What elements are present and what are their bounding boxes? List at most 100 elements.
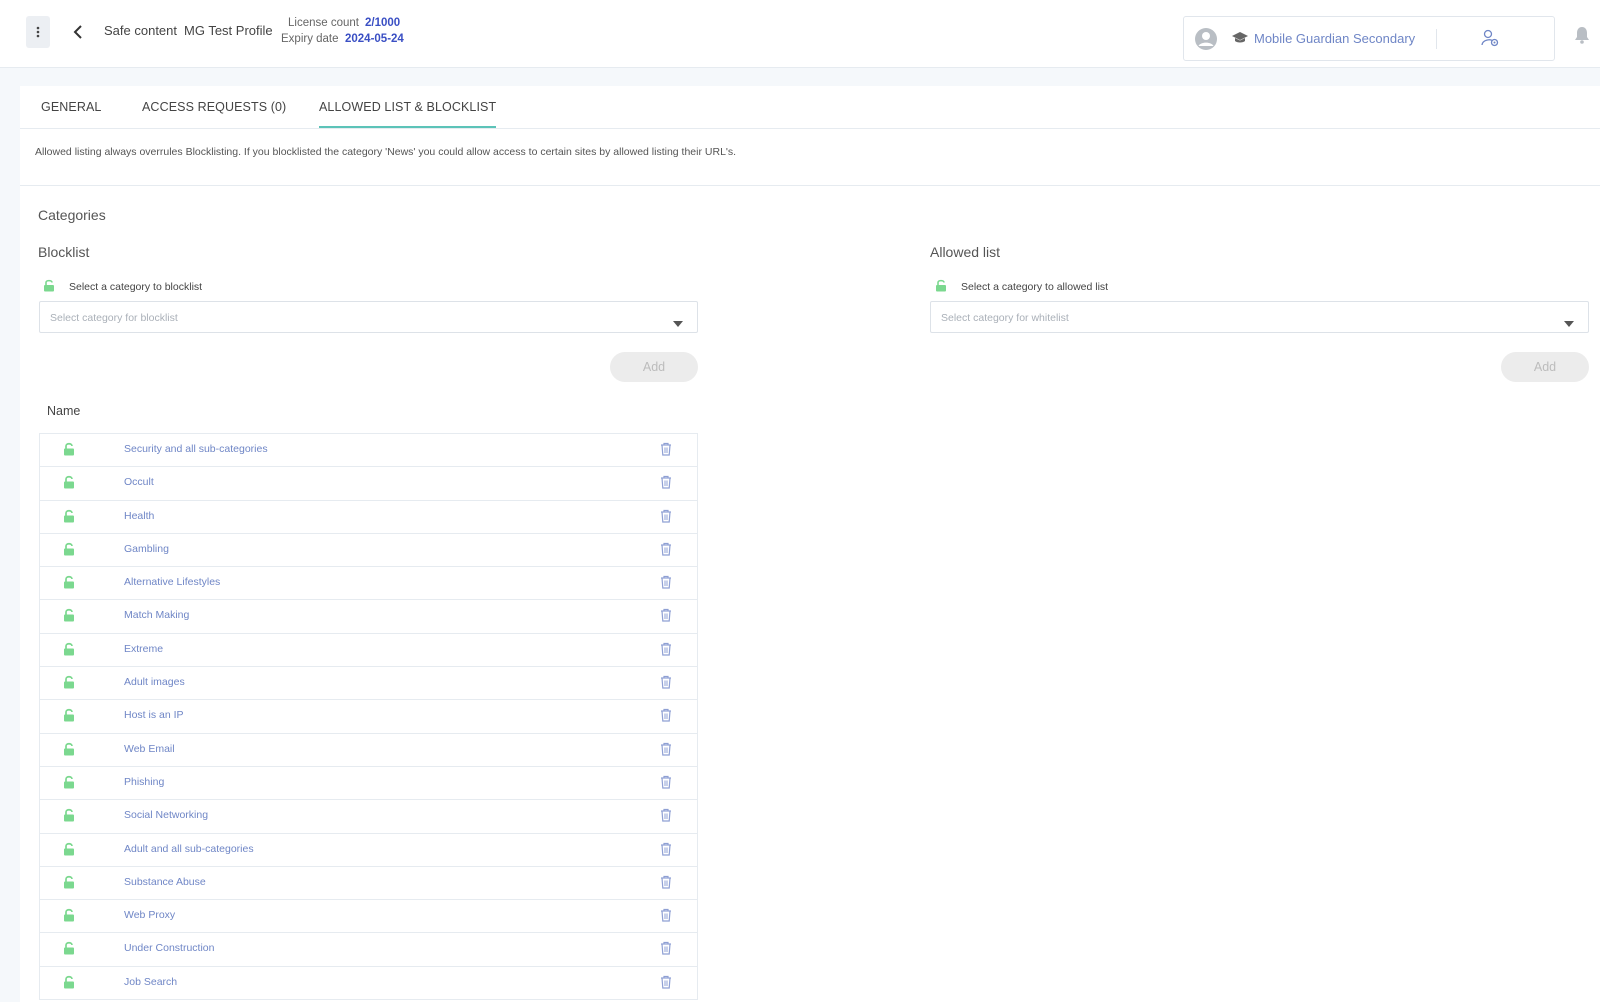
- divider: [20, 185, 1600, 186]
- trash-icon[interactable]: [660, 442, 672, 461]
- divider: [1436, 29, 1437, 49]
- avatar[interactable]: [1194, 27, 1218, 56]
- unlock-icon: [63, 708, 75, 727]
- category-name[interactable]: Web Proxy: [124, 909, 175, 921]
- top-bar: Safe content MG Test Profile License cou…: [0, 0, 1600, 68]
- trash-icon[interactable]: [660, 675, 672, 694]
- table-row: Substance Abuse: [40, 867, 697, 901]
- category-name[interactable]: Occult: [124, 476, 154, 488]
- unlock-icon: [63, 808, 75, 827]
- more-vertical-icon: [36, 26, 40, 38]
- unlock-icon: [63, 675, 75, 694]
- unlock-icon: [63, 975, 75, 994]
- tab-access-requests[interactable]: ACCESS REQUESTS (0): [142, 100, 286, 114]
- trash-icon[interactable]: [660, 475, 672, 494]
- info-text: Allowed listing always overrules Blockli…: [35, 146, 737, 158]
- blocklist-select-label: Select a category to blocklist: [69, 281, 203, 293]
- blocklist-table: Security and all sub-categories Occult H…: [39, 433, 698, 1001]
- unlock-icon: [63, 775, 75, 794]
- trash-icon[interactable]: [660, 608, 672, 627]
- table-row: Under Construction: [40, 933, 697, 967]
- category-name[interactable]: Phishing: [124, 776, 164, 788]
- allowed-list-title: Allowed list: [930, 244, 1001, 260]
- trash-icon[interactable]: [660, 908, 672, 927]
- category-name[interactable]: Host is an IP: [124, 709, 184, 721]
- category-name[interactable]: Social Networking: [124, 809, 208, 821]
- table-row: Extreme: [40, 634, 697, 668]
- allowed-list-category-select[interactable]: Select category for whitelist: [930, 301, 1589, 333]
- unlock-icon: [63, 575, 75, 594]
- table-row: Health: [40, 501, 697, 534]
- chevron-down-icon: [1564, 314, 1574, 332]
- category-name[interactable]: Match Making: [124, 609, 189, 621]
- trash-icon[interactable]: [660, 775, 672, 794]
- category-name[interactable]: Adult and all sub-categories: [124, 843, 254, 855]
- trash-icon[interactable]: [660, 742, 672, 761]
- tab-general[interactable]: GENERAL: [41, 100, 101, 114]
- allowed-list-add-button[interactable]: Add: [1501, 352, 1589, 382]
- breadcrumb-safe-content[interactable]: Safe content: [104, 23, 177, 38]
- table-row: Occult: [40, 467, 697, 501]
- breadcrumb-profile: MG Test Profile: [184, 23, 273, 38]
- category-name[interactable]: Alternative Lifestyles: [124, 576, 220, 588]
- tab-allowed-list-blocklist[interactable]: ALLOWED LIST & BLOCKLIST: [319, 100, 497, 128]
- chevron-left-icon: [73, 25, 82, 39]
- unlock-icon: [63, 908, 75, 927]
- trash-icon[interactable]: [660, 642, 672, 661]
- table-row: Adult and all sub-categories: [40, 834, 697, 867]
- tab-bar: GENERAL ACCESS REQUESTS (0) ALLOWED LIST…: [20, 86, 1600, 129]
- unlock-icon: [63, 875, 75, 894]
- category-name[interactable]: Under Construction: [124, 942, 214, 954]
- unlock-icon: [63, 442, 75, 461]
- category-name[interactable]: Security and all sub-categories: [124, 443, 268, 455]
- categories-title: Categories: [38, 207, 106, 223]
- category-name[interactable]: Web Email: [124, 743, 175, 755]
- blocklist-add-button[interactable]: Add: [610, 352, 698, 382]
- unlock-icon: [63, 542, 75, 561]
- trash-icon[interactable]: [660, 975, 672, 994]
- unlock-icon: [63, 608, 75, 627]
- category-name[interactable]: Job Search: [124, 976, 177, 988]
- trash-icon[interactable]: [660, 875, 672, 894]
- trash-icon[interactable]: [660, 708, 672, 727]
- menu-button[interactable]: [26, 16, 50, 48]
- table-row: Alternative Lifestyles: [40, 567, 697, 601]
- main-card: GENERAL ACCESS REQUESTS (0) ALLOWED LIST…: [20, 86, 1600, 1002]
- blocklist-category-select[interactable]: Select category for blocklist: [39, 301, 698, 333]
- unlock-icon: [63, 842, 75, 861]
- blocklist-title: Blocklist: [38, 244, 90, 260]
- unlock-icon: [63, 509, 75, 528]
- table-row: Security and all sub-categories: [40, 434, 697, 468]
- table-row: Match Making: [40, 600, 697, 634]
- license-count-value: 2/1000: [365, 17, 401, 29]
- table-row: Web Proxy: [40, 900, 697, 934]
- trash-icon[interactable]: [660, 842, 672, 861]
- user-settings-icon[interactable]: [1480, 28, 1500, 53]
- trash-icon[interactable]: [660, 575, 672, 594]
- category-name[interactable]: Adult images: [124, 676, 185, 688]
- table-row: Phishing: [40, 767, 697, 801]
- school-name[interactable]: Mobile Guardian Secondary: [1254, 31, 1415, 46]
- trash-icon[interactable]: [660, 808, 672, 827]
- back-button[interactable]: [68, 20, 88, 44]
- unlock-icon: [935, 279, 947, 297]
- account-switcher: Mobile Guardian Secondary: [1183, 16, 1555, 61]
- allowed-list-placeholder: Select category for whitelist: [941, 312, 1069, 324]
- table-row: Host is an IP: [40, 700, 697, 734]
- category-name[interactable]: Extreme: [124, 643, 163, 655]
- bell-icon[interactable]: [1574, 26, 1590, 49]
- table-row: Gambling: [40, 534, 697, 568]
- table-row: Web Email: [40, 734, 697, 767]
- blocklist-placeholder: Select category for blocklist: [50, 312, 178, 324]
- avatar-icon: [1195, 28, 1217, 50]
- trash-icon[interactable]: [660, 542, 672, 561]
- category-name[interactable]: Health: [124, 510, 154, 522]
- chevron-down-icon: [673, 314, 683, 332]
- table-row: Job Search: [40, 967, 697, 1001]
- trash-icon[interactable]: [660, 941, 672, 960]
- trash-icon[interactable]: [660, 509, 672, 528]
- category-name[interactable]: Substance Abuse: [124, 876, 206, 888]
- name-column-header: Name: [47, 404, 81, 418]
- unlock-icon: [63, 742, 75, 761]
- category-name[interactable]: Gambling: [124, 543, 169, 555]
